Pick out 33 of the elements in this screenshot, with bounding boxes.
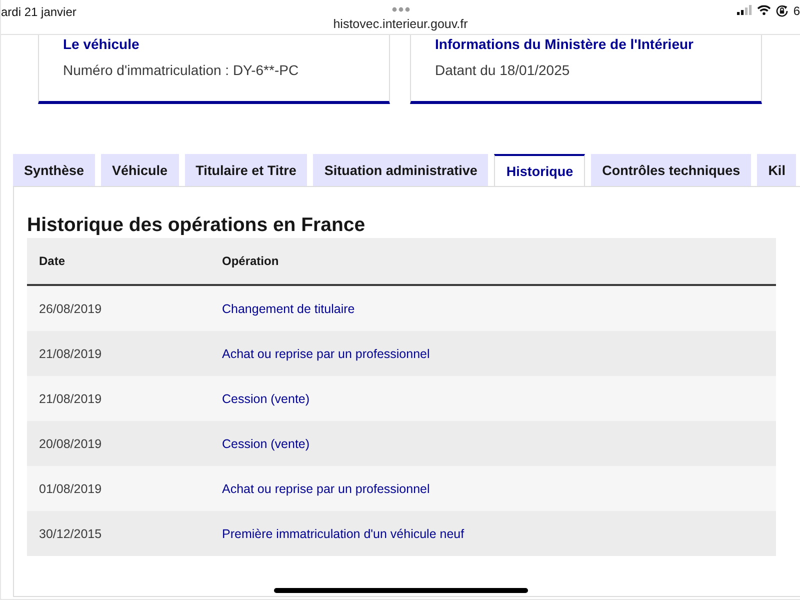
operation-link[interactable]: Cession (vente) — [210, 436, 310, 450]
tab[interactable]: Titulaire et Titre — [184, 154, 308, 186]
card-title: Le véhicule — [63, 35, 140, 53]
date-cell-text: 26/08/2019 — [38, 302, 103, 316]
signal-icon — [737, 5, 752, 15]
section-heading: Historique des opérations en France — [27, 213, 366, 238]
more-dots-icon[interactable] — [392, 7, 410, 12]
operation-link[interactable]: Achat ou reprise par un professionnel — [210, 346, 430, 360]
operation-link[interactable]: Première immatriculation d'un véhicule neuf — [210, 526, 464, 540]
tab[interactable]: Historique — [494, 154, 586, 186]
card-text: Numéro d'immatriculation : DY-6**-PC — [63, 61, 299, 79]
tab[interactable]: Kil — [757, 154, 796, 186]
tab[interactable]: Synthèse — [13, 154, 96, 186]
tab[interactable]: Véhicule — [101, 154, 179, 186]
rotation-lock-icon — [776, 5, 788, 17]
operation-link[interactable]: Achat ou reprise par un professionnel — [210, 482, 430, 496]
wifi-icon — [757, 5, 772, 15]
date-cell-text: 20/08/2019 — [38, 436, 103, 450]
date-cell-text: 30/12/2015 — [38, 526, 103, 540]
battery-percentage: 6 — [793, 5, 800, 17]
tab[interactable]: Situation administrative — [313, 154, 488, 186]
tab[interactable]: Contrôles techniques — [591, 154, 752, 186]
column-header: Opération — [221, 254, 279, 268]
operation-link[interactable]: Cession (vente) — [210, 392, 310, 406]
date-cell-text: 21/08/2019 — [38, 392, 103, 406]
date-cell-text: 01/08/2019 — [38, 482, 103, 496]
operation-link[interactable]: Changement de titulaire — [210, 302, 355, 316]
status-date: ardi 21 janvier — [1, 5, 76, 19]
date-cell-text: 21/08/2019 — [38, 346, 103, 360]
column-header: Date — [38, 254, 66, 268]
address-url[interactable]: histovec.interieur.gouv.fr — [333, 17, 468, 31]
card-text: Datant du 18/01/2025 — [435, 61, 570, 79]
card-title: Informations du Ministère de l'Intérieur — [435, 35, 694, 53]
